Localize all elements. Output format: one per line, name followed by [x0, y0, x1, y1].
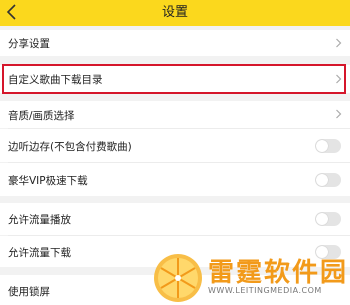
- watermark-name: 雷霆软件园: [208, 258, 349, 288]
- toggle-knob: [316, 174, 328, 186]
- chevron-right-icon: [336, 38, 342, 48]
- top-bar: 设置: [0, 0, 350, 26]
- highlight-box: [2, 64, 346, 94]
- share-settings-row[interactable]: 分享设置: [0, 30, 350, 56]
- watermark-url: WWW.LEITINGMEDIA.COM: [208, 286, 322, 295]
- quality-row[interactable]: 音质/画质选择: [0, 101, 350, 128]
- allow-stream-download-label: 允许流量下载: [8, 247, 71, 259]
- quality-label: 音质/画质选择: [8, 110, 75, 122]
- lockscreen-label: 使用锁屏: [8, 286, 50, 298]
- vip-fast-download-row: 豪华VIP极速下载: [0, 163, 350, 196]
- chevron-right-icon: [336, 109, 342, 119]
- watermark: 雷霆软件园 WWW.LEITINGMEDIA.COM: [150, 250, 350, 305]
- allow-stream-play-row: 允许流量播放: [0, 203, 350, 235]
- vip-fast-download-label: 豪华VIP极速下载: [8, 175, 88, 187]
- toggle-knob: [316, 140, 328, 152]
- vip-fast-download-toggle[interactable]: [315, 173, 341, 187]
- toggle-knob: [316, 213, 328, 225]
- orange-slice-logo-icon: [154, 254, 202, 302]
- allow-stream-play-toggle[interactable]: [315, 212, 341, 226]
- page-title: 设置: [161, 5, 188, 20]
- cache-while-listening-row: 边听边存(不包含付费歌曲): [0, 129, 350, 162]
- allow-stream-play-label: 允许流量播放: [8, 214, 71, 226]
- cache-while-listening-toggle[interactable]: [315, 139, 341, 153]
- cache-while-listening-label: 边听边存(不包含付费歌曲): [8, 141, 132, 153]
- share-settings-label: 分享设置: [8, 38, 50, 50]
